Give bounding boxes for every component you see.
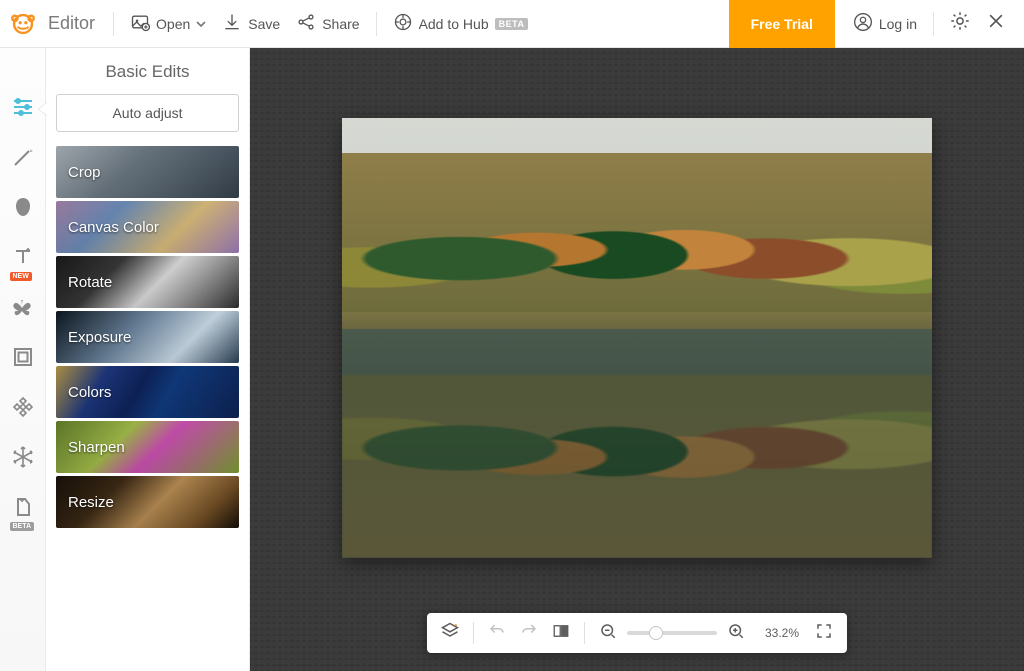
- auto-adjust-button[interactable]: Auto adjust: [56, 94, 239, 132]
- tile-label: Exposure: [68, 329, 131, 346]
- rail-graphics[interactable]: [8, 294, 38, 324]
- hub-icon: [393, 12, 413, 35]
- rail-themes[interactable]: [8, 444, 38, 474]
- edit-panel: Basic Edits Auto adjust Crop Canvas Colo…: [46, 48, 250, 671]
- new-badge: NEW: [10, 272, 32, 281]
- free-trial-button[interactable]: Free Trial: [729, 0, 835, 48]
- toolbar-sep: [473, 622, 474, 644]
- compare-button[interactable]: [548, 620, 574, 646]
- compare-icon: [552, 622, 570, 645]
- settings-button[interactable]: [944, 8, 976, 40]
- open-image-icon: [130, 12, 150, 35]
- add-to-hub-button[interactable]: Add to Hub BETA: [387, 12, 535, 35]
- zoom-in-icon: [727, 622, 745, 645]
- panel-title: Basic Edits: [56, 62, 239, 82]
- beta-badge: BETA: [10, 522, 35, 531]
- open-menu[interactable]: Open: [124, 12, 212, 35]
- frame-icon: [11, 345, 35, 374]
- tile-resize[interactable]: Resize: [56, 476, 239, 528]
- main: NEW BETA Basic Edits Auto adjust Crop Ca…: [0, 48, 1024, 671]
- layers-button[interactable]: [437, 620, 463, 646]
- rail-textures[interactable]: [8, 394, 38, 424]
- tile-crop[interactable]: Crop: [56, 146, 239, 198]
- face-icon: [11, 195, 35, 224]
- login-label: Log in: [879, 16, 917, 32]
- topbar: Editor Open Save Share Add to Hub BETA F…: [0, 0, 1024, 48]
- save-button[interactable]: Save: [216, 12, 286, 35]
- canvas-toolbar: 33.2%: [427, 613, 847, 653]
- save-label: Save: [248, 16, 280, 32]
- tile-label: Canvas Color: [68, 219, 159, 236]
- photo-canvas[interactable]: [342, 118, 932, 558]
- topbar-sep: [933, 12, 934, 36]
- app-name: Editor: [48, 13, 95, 34]
- zoom-readout: 33.2%: [765, 626, 799, 640]
- hub-label: Add to Hub: [419, 16, 489, 32]
- addon-icon: [11, 495, 35, 524]
- zoom-in-button[interactable]: [723, 620, 749, 646]
- tile-label: Rotate: [68, 274, 112, 291]
- tile-label: Colors: [68, 384, 111, 401]
- download-icon: [222, 12, 242, 35]
- tile-label: Resize: [68, 494, 114, 511]
- tile-exposure[interactable]: Exposure: [56, 311, 239, 363]
- toolbar-sep: [584, 622, 585, 644]
- tile-canvascolor[interactable]: Canvas Color: [56, 201, 239, 253]
- beta-badge: BETA: [495, 18, 529, 30]
- chevron-down-icon: [196, 16, 206, 32]
- open-label: Open: [156, 16, 190, 32]
- rail-effects[interactable]: [8, 144, 38, 174]
- sliders-icon: [11, 95, 35, 124]
- rail-basic-edits[interactable]: [8, 94, 38, 124]
- zoom-slider[interactable]: [627, 631, 717, 635]
- topbar-sep: [376, 12, 377, 36]
- logo-icon: [10, 11, 36, 37]
- tile-rotate[interactable]: Rotate: [56, 256, 239, 308]
- tile-colors[interactable]: Colors: [56, 366, 239, 418]
- rail-touchup[interactable]: [8, 194, 38, 224]
- rail-text[interactable]: NEW: [8, 244, 38, 274]
- snowflake-icon: [11, 445, 35, 474]
- redo-button[interactable]: [516, 620, 542, 646]
- login-button[interactable]: Log in: [839, 12, 923, 35]
- topbar-sep: [113, 12, 114, 36]
- undo-icon: [488, 622, 506, 645]
- zoom-out-button[interactable]: [595, 620, 621, 646]
- layers-icon: [440, 621, 460, 646]
- fullscreen-icon: [815, 622, 833, 645]
- text-icon: [11, 245, 35, 274]
- tile-sharpen[interactable]: Sharpen: [56, 421, 239, 473]
- trial-label: Free Trial: [751, 16, 813, 32]
- redo-icon: [520, 622, 538, 645]
- share-icon: [296, 12, 316, 35]
- gear-icon: [949, 10, 971, 37]
- user-icon: [853, 12, 873, 35]
- butterfly-icon: [11, 295, 35, 324]
- share-label: Share: [322, 16, 359, 32]
- fullscreen-button[interactable]: [811, 620, 837, 646]
- canvas-area[interactable]: 33.2%: [250, 48, 1024, 671]
- texture-icon: [11, 395, 35, 424]
- share-button[interactable]: Share: [290, 12, 365, 35]
- rail-more[interactable]: BETA: [8, 494, 38, 524]
- rail-frames[interactable]: [8, 344, 38, 374]
- wand-icon: [11, 145, 35, 174]
- close-button[interactable]: [980, 8, 1012, 40]
- zoom-slider-knob[interactable]: [649, 626, 663, 640]
- close-icon: [986, 11, 1006, 36]
- tile-label: Crop: [68, 164, 101, 181]
- zoom-out-icon: [599, 622, 617, 645]
- tool-rail: NEW BETA: [0, 48, 46, 671]
- undo-button[interactable]: [484, 620, 510, 646]
- tile-label: Sharpen: [68, 439, 125, 456]
